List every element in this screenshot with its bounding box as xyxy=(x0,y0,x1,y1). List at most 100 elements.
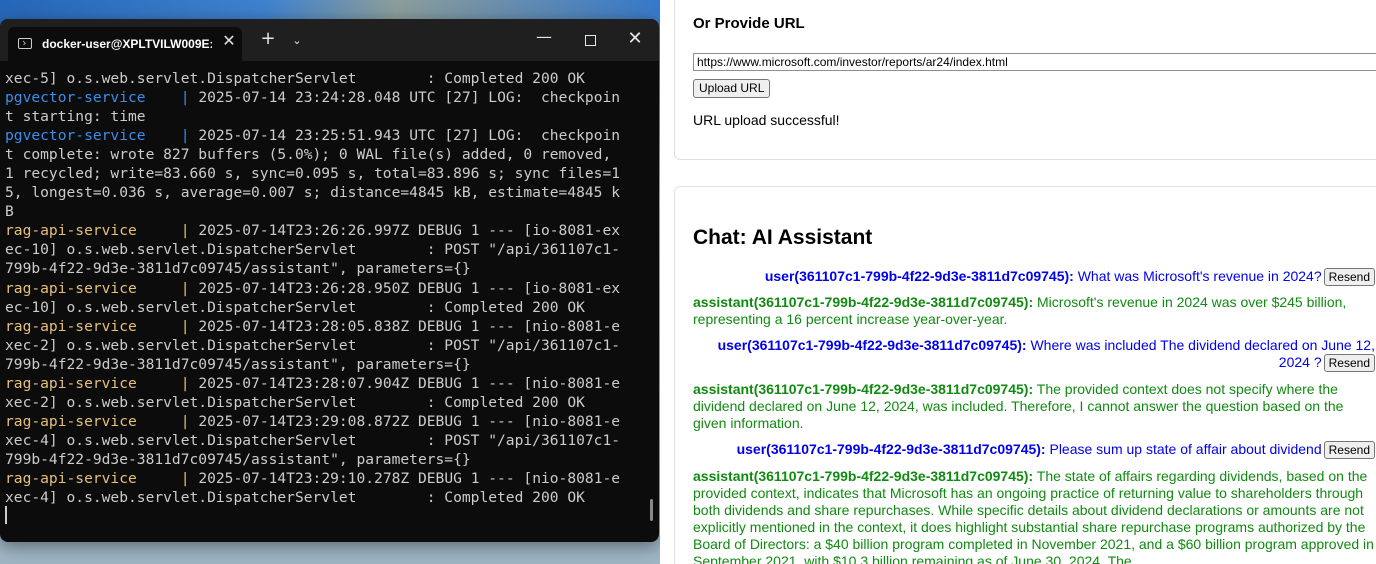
terminal-line: 799b-4f22-9d3e-3811d7c09745/assistant", … xyxy=(5,450,645,469)
terminal-text: t complete: wrote 827 buffers (5.0%); 0 … xyxy=(5,146,612,164)
terminal-text: 2025-07-14T23:28:05.838Z DEBUG 1 --- [ni… xyxy=(189,317,621,335)
terminal-text: 2025-07-14T23:29:10.278Z DEBUG 1 --- [ni… xyxy=(189,469,621,487)
terminal-line: 799b-4f22-9d3e-3811d7c09745/assistant", … xyxy=(5,259,645,278)
terminal-text: 2025-07-14 23:25:51.943 UTC [27] LOG: ch… xyxy=(189,127,621,145)
chat-message-user: user(361107c1-799b-4f22-9d3e-3811d7c0974… xyxy=(693,268,1375,287)
terminal-line: xec-2] o.s.web.servlet.DispatcherServlet… xyxy=(5,336,645,355)
terminal-line: t starting: time xyxy=(5,107,645,126)
chat-message-user: user(361107c1-799b-4f22-9d3e-3811d7c0974… xyxy=(693,441,1375,460)
terminal-line: rag-api-service | 2025-07-14T23:29:08.87… xyxy=(5,412,645,431)
service-name: rag-api-service xyxy=(5,412,137,430)
resend-button[interactable]: Resend xyxy=(1323,354,1375,373)
new-tab-button[interactable]: + xyxy=(258,30,278,48)
terminal-line: xec-4] o.s.web.servlet.DispatcherServlet… xyxy=(5,488,645,507)
message-sender: user(361107c1-799b-4f22-9d3e-3811d7c0974… xyxy=(736,441,1046,457)
terminal-window[interactable]: docker-user@XPLTVILW009E: ✕ + ⌄ — ✕ xec-… xyxy=(0,19,659,542)
url-input[interactable]: https://www.microsoft.com/investor/repor… xyxy=(693,53,1376,71)
message-sender: assistant(361107c1-799b-4f22-9d3e-3811d7… xyxy=(693,381,1034,397)
message-sender: user(361107c1-799b-4f22-9d3e-3811d7c0974… xyxy=(764,268,1074,284)
terminal-line: pgvector-service | 2025-07-14 23:25:51.9… xyxy=(5,126,645,145)
terminal-line: 799b-4f22-9d3e-3811d7c09745/assistant", … xyxy=(5,355,645,374)
terminal-line: ec-10] o.s.web.servlet.DispatcherServlet… xyxy=(5,240,645,259)
resend-button[interactable]: Resend xyxy=(1323,441,1375,460)
terminal-line: rag-api-service | 2025-07-14T23:26:26.99… xyxy=(5,221,645,240)
maximize-icon xyxy=(584,35,596,46)
service-name: pgvector-service xyxy=(5,127,146,145)
terminal-tab-title: docker-user@XPLTVILW009E: xyxy=(42,37,212,51)
terminal-text: xec-2] o.s.web.servlet.DispatcherServlet… xyxy=(5,393,585,411)
minimize-button[interactable]: — xyxy=(533,27,555,46)
terminal-cursor xyxy=(5,506,7,524)
service-name: rag-api-service xyxy=(5,279,137,297)
web-page: Or Provide URL https://www.microsoft.com… xyxy=(660,0,1376,564)
url-upload-card: Or Provide URL https://www.microsoft.com… xyxy=(674,0,1376,160)
message-text: What was Microsoft's revenue in 2024? xyxy=(1077,268,1322,284)
terminal-text: 2025-07-14T23:28:07.904Z DEBUG 1 --- [ni… xyxy=(189,374,621,392)
chat-card: Chat: AI Assistant user(361107c1-799b-4f… xyxy=(674,186,1376,564)
terminal-text: 799b-4f22-9d3e-3811d7c09745/assistant", … xyxy=(5,450,471,468)
terminal-text: | xyxy=(180,374,190,392)
service-name: rag-api-service xyxy=(5,222,137,240)
close-window-button[interactable]: ✕ xyxy=(624,28,646,49)
message-sender: user(361107c1-799b-4f22-9d3e-3811d7c0974… xyxy=(717,337,1027,353)
upload-url-button[interactable]: Upload URL xyxy=(693,79,771,98)
terminal-text: | xyxy=(180,222,190,240)
terminal-text: 2025-07-14T23:26:28.950Z DEBUG 1 --- [io… xyxy=(189,279,621,297)
terminal-scrollbar[interactable] xyxy=(650,499,653,521)
service-name: rag-api-service xyxy=(5,317,137,335)
terminal-text: 5, longest=0.036 s, average=0.007 s; dis… xyxy=(5,184,621,202)
terminal-text: t starting: time xyxy=(5,108,146,126)
terminal-text: 799b-4f22-9d3e-3811d7c09745/assistant", … xyxy=(5,355,471,373)
terminal-line: rag-api-service | 2025-07-14T23:28:07.90… xyxy=(5,374,645,393)
terminal-text: ec-10] o.s.web.servlet.DispatcherServlet… xyxy=(5,241,621,259)
url-section-heading: Or Provide URL xyxy=(693,15,805,32)
terminal-line: B xyxy=(5,202,645,221)
terminal-text: xec-4] o.s.web.servlet.DispatcherServlet… xyxy=(5,489,585,507)
terminal-line: ec-10] o.s.web.servlet.DispatcherServlet… xyxy=(5,298,645,317)
terminal-line: 5, longest=0.036 s, average=0.007 s; dis… xyxy=(5,183,645,202)
terminal-line: xec-4] o.s.web.servlet.DispatcherServlet… xyxy=(5,431,645,450)
terminal-line: 1 recycled; write=83.660 s, sync=0.095 s… xyxy=(5,164,645,183)
terminal-line: t complete: wrote 827 buffers (5.0%); 0 … xyxy=(5,145,645,164)
chat-message-assistant: assistant(361107c1-799b-4f22-9d3e-3811d7… xyxy=(693,381,1375,432)
terminal-text: | xyxy=(180,127,190,145)
service-name: rag-api-service xyxy=(5,469,137,487)
terminal-text: B xyxy=(5,203,14,221)
terminal-line: rag-api-service | 2025-07-14T23:28:05.83… xyxy=(5,317,645,336)
terminal-text: | xyxy=(180,469,190,487)
terminal-text: | xyxy=(180,317,190,335)
chat-message-user: user(361107c1-799b-4f22-9d3e-3811d7c0974… xyxy=(693,337,1375,373)
service-name: pgvector-service xyxy=(5,89,146,107)
terminal-text: 1 recycled; write=83.660 s, sync=0.095 s… xyxy=(5,165,621,183)
chat-message-assistant: assistant(361107c1-799b-4f22-9d3e-3811d7… xyxy=(693,468,1375,564)
terminal-line: xec-2] o.s.web.servlet.DispatcherServlet… xyxy=(5,393,645,412)
upload-status-text: URL upload successful! xyxy=(693,112,840,128)
terminal-text: 799b-4f22-9d3e-3811d7c09745/assistant", … xyxy=(5,260,471,278)
terminal-line: rag-api-service | 2025-07-14T23:29:10.27… xyxy=(5,469,645,488)
terminal-text: xec-2] o.s.web.servlet.DispatcherServlet… xyxy=(5,336,621,354)
terminal-output[interactable]: xec-5] o.s.web.servlet.DispatcherServlet… xyxy=(5,69,645,539)
terminal-tab[interactable]: docker-user@XPLTVILW009E: ✕ xyxy=(8,27,242,61)
chevron-down-icon[interactable]: ⌄ xyxy=(288,32,306,50)
close-tab-icon[interactable]: ✕ xyxy=(220,33,238,51)
resend-button[interactable]: Resend xyxy=(1323,268,1375,287)
terminal-text: | xyxy=(180,89,190,107)
chat-title: Chat: AI Assistant xyxy=(693,226,873,249)
chat-message-assistant: assistant(361107c1-799b-4f22-9d3e-3811d7… xyxy=(693,294,1375,328)
terminal-text: xec-4] o.s.web.servlet.DispatcherServlet… xyxy=(5,431,621,449)
terminal-text: 2025-07-14 23:24:28.048 UTC [27] LOG: ch… xyxy=(189,89,621,107)
terminal-text: | xyxy=(180,279,190,297)
terminal-icon xyxy=(18,38,32,49)
maximize-button[interactable] xyxy=(580,31,600,50)
terminal-line: rag-api-service | 2025-07-14T23:26:28.95… xyxy=(5,279,645,298)
terminal-text: 2025-07-14T23:26:26.997Z DEBUG 1 --- [io… xyxy=(189,222,621,240)
terminal-titlebar[interactable]: docker-user@XPLTVILW009E: ✕ + ⌄ — ✕ xyxy=(0,19,659,61)
